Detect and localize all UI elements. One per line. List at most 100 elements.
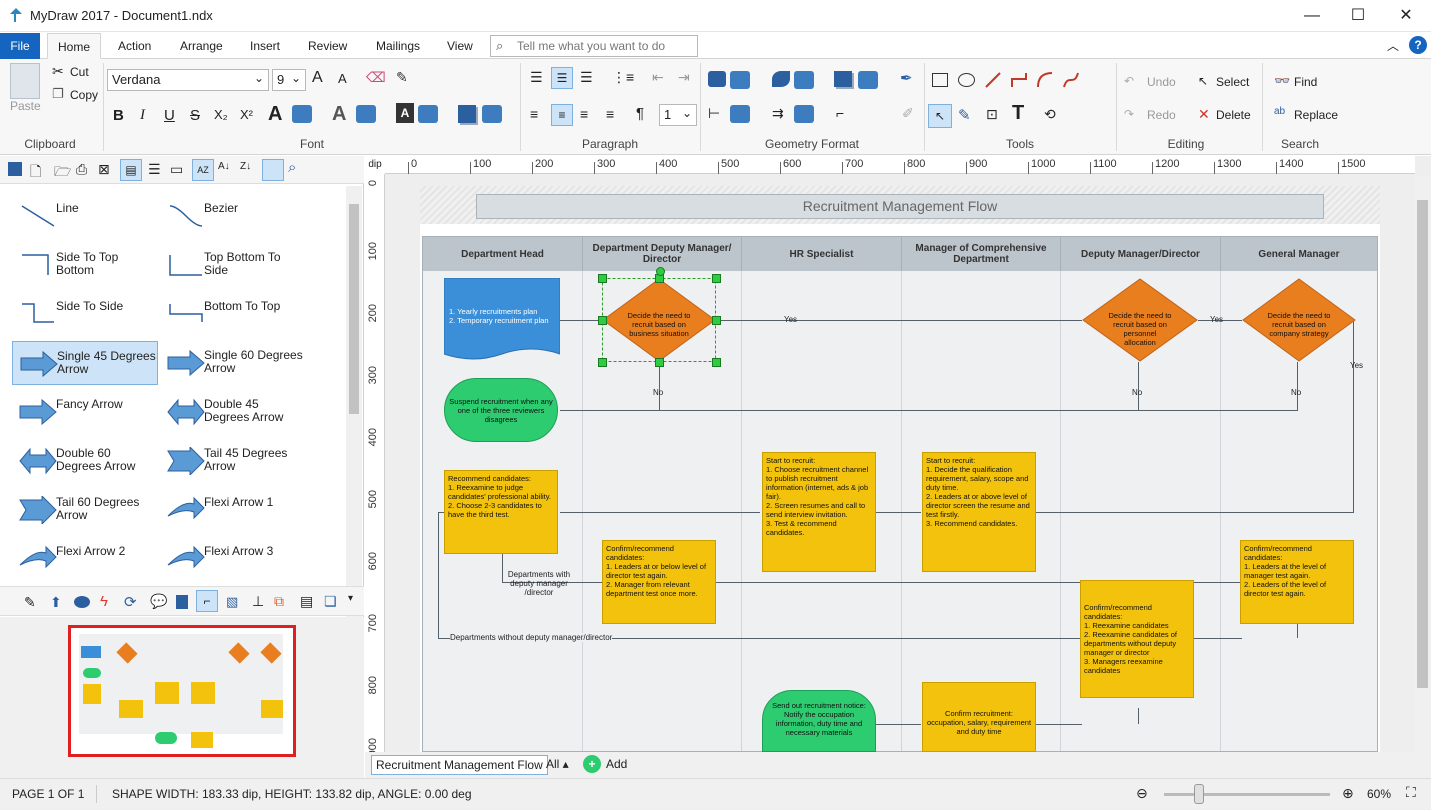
confirm-general-manager-box[interactable]: Confirm/recommend candidates: 1. Leaders… <box>1240 540 1354 624</box>
properties-icon[interactable]: ▤ <box>300 593 313 610</box>
strikethrough-icon[interactable]: S <box>190 107 200 124</box>
save-icon[interactable]: ⎙ <box>76 161 87 178</box>
more-icon[interactable]: ▾ <box>348 593 353 604</box>
selection-handle[interactable] <box>598 274 607 283</box>
tab-mailings[interactable]: Mailings <box>366 33 430 59</box>
align-left-icon[interactable]: ≡ <box>530 106 538 122</box>
tab-action[interactable]: Action <box>108 33 161 59</box>
font-color-icon[interactable]: A <box>268 103 282 126</box>
shape-shadow-icon[interactable] <box>834 71 852 87</box>
align-center-icon[interactable]: ≡ <box>551 104 573 126</box>
shapes-tab-icon[interactable] <box>74 596 90 608</box>
format-painter-icon[interactable]: ✎ <box>396 69 408 86</box>
comment-icon[interactable]: 💬 <box>150 593 167 610</box>
start-recruit-manager-box[interactable]: Start to recruit: 1. Decide the qualific… <box>922 452 1036 572</box>
rotation-handle[interactable] <box>656 267 665 276</box>
sort-az-icon[interactable]: AZ <box>192 159 214 181</box>
page-icon[interactable] <box>176 595 188 609</box>
confirm-deputy-box[interactable]: Confirm/recommend candidates: 1. Leaders… <box>602 540 716 624</box>
lane-header[interactable]: General Manager <box>1221 237 1377 271</box>
shape-item[interactable]: Bottom To Top <box>160 292 306 336</box>
connector-icon[interactable]: ⌐ <box>196 590 218 612</box>
find-button[interactable]: Find <box>1294 75 1317 89</box>
paste-icon[interactable] <box>10 63 40 99</box>
subscript-icon[interactable]: X₂ <box>214 107 228 122</box>
fit-page-icon[interactable]: ⛶ <box>1406 784 1416 801</box>
polyline-tool-icon[interactable] <box>1010 71 1028 89</box>
start-recruit-hr-box[interactable]: Start to recruit: 1. Choose recruitment … <box>762 452 876 572</box>
pointer-tool-icon[interactable]: ↖ <box>928 104 952 128</box>
line-spacing-select[interactable]: 1 <box>659 103 697 126</box>
underline-icon[interactable]: U <box>164 107 175 124</box>
scroll-thumb[interactable] <box>349 204 359 414</box>
tab-insert[interactable]: Insert <box>240 33 290 59</box>
italic-icon[interactable]: I <box>140 107 145 124</box>
line-end-icon[interactable]: ⇉ <box>772 105 784 122</box>
fill-icon[interactable] <box>708 71 726 87</box>
shape-item[interactable]: Flexi Arrow 2 <box>12 537 158 581</box>
zoom-slider-thumb[interactable] <box>1193 784 1204 804</box>
paste-button[interactable]: Paste <box>10 99 41 113</box>
bold-icon[interactable]: B <box>113 107 124 124</box>
org-chart-icon[interactable]: ⧉ <box>274 593 284 610</box>
send-notice-terminal[interactable]: Send out recruitment notice: Notify the … <box>762 690 876 752</box>
add-page-button[interactable]: Add <box>606 757 627 771</box>
shape-item[interactable]: Tail 60 Degrees Arrow <box>12 488 158 532</box>
gear-icon[interactable] <box>418 105 438 123</box>
map-icon[interactable]: ▧ <box>226 594 238 610</box>
format-icon[interactable]: ✎ <box>24 594 36 611</box>
gear-icon[interactable] <box>794 105 814 123</box>
superscript-icon[interactable]: X² <box>240 107 253 122</box>
shape-item[interactable]: Line <box>12 194 158 238</box>
sort-ascending-icon[interactable]: A↓ <box>218 161 230 172</box>
shape-item[interactable]: Fancy Arrow <box>12 390 158 434</box>
shape-item[interactable]: Bezier <box>160 194 306 238</box>
gear-icon[interactable] <box>292 105 312 123</box>
lasso-tool-icon[interactable]: ⟲ <box>1044 106 1056 123</box>
action-icon[interactable]: ϟ <box>100 593 108 610</box>
recommend-candidates-box[interactable]: Recommend candidates: 1. Reexamine to ju… <box>444 470 558 554</box>
scroll-thumb[interactable] <box>1417 200 1428 688</box>
all-pages-button[interactable]: All ▴ <box>546 757 569 771</box>
corner-rounding-icon[interactable]: ⌐ <box>836 105 844 121</box>
ellipse-tool-icon[interactable] <box>958 73 975 87</box>
lane-header[interactable]: Department Deputy Manager/ Director <box>583 237 742 271</box>
tab-home[interactable]: Home <box>47 33 102 59</box>
copy-button[interactable]: Copy <box>70 88 98 102</box>
suspend-terminal[interactable]: Suspend recruitment when any one of the … <box>444 378 558 442</box>
align-bottom-icon[interactable]: ☰ <box>580 69 593 86</box>
overview-minimap[interactable] <box>0 617 364 780</box>
icons-and-names-icon[interactable]: ▤ <box>120 159 142 181</box>
line-tool-icon[interactable] <box>984 71 1002 89</box>
diagram-page[interactable]: Recruitment Management Flow Department H… <box>420 186 1380 752</box>
arc-tool-icon[interactable] <box>1036 71 1054 89</box>
lane-header[interactable]: Deputy Manager/Director <box>1061 237 1221 271</box>
maximize-button[interactable]: ☐ <box>1335 0 1381 32</box>
text-tool-icon[interactable]: T <box>1012 102 1024 125</box>
tell-me-search-input[interactable]: Tell me what you want to do <box>490 35 698 57</box>
align-top-icon[interactable]: ☰ <box>530 69 543 86</box>
close-button[interactable]: ✕ <box>1383 0 1429 32</box>
eyedropper-icon[interactable]: ✒ <box>900 69 913 87</box>
shape-item[interactable]: Double 45 Degrees Arrow <box>160 390 306 434</box>
gear-icon[interactable] <box>356 105 376 123</box>
help-icon[interactable]: ? <box>1409 36 1427 54</box>
canvas-scrollbar[interactable] <box>1414 176 1431 752</box>
lane-header[interactable]: HR Specialist <box>742 237 902 271</box>
search-icon[interactable]: ⌕ <box>288 159 296 176</box>
shape-item[interactable]: Tail 45 Degrees Arrow <box>160 439 306 483</box>
delete-button[interactable]: Delete <box>1216 108 1251 122</box>
grow-font-icon[interactable]: A <box>312 69 323 87</box>
shape-item[interactable]: Double 60 Degrees Arrow <box>12 439 158 483</box>
swimlane-container[interactable]: Department Head Department Deputy Manage… <box>422 236 1378 752</box>
zoom-slider-track[interactable] <box>1164 793 1330 796</box>
new-stencil-icon[interactable]: 🗋 <box>30 161 41 185</box>
lane-header[interactable]: Department Head <box>423 237 583 271</box>
selection-handle[interactable] <box>712 274 721 283</box>
curve-tool-icon[interactable] <box>1062 71 1080 89</box>
selection-handle[interactable] <box>598 316 607 325</box>
shape-item[interactable]: Flexi Arrow 1 <box>160 488 306 532</box>
replace-button[interactable]: Replace <box>1294 108 1338 122</box>
shape-item[interactable]: Side To Side <box>12 292 158 336</box>
align-right-icon[interactable]: ≡ <box>580 106 588 122</box>
